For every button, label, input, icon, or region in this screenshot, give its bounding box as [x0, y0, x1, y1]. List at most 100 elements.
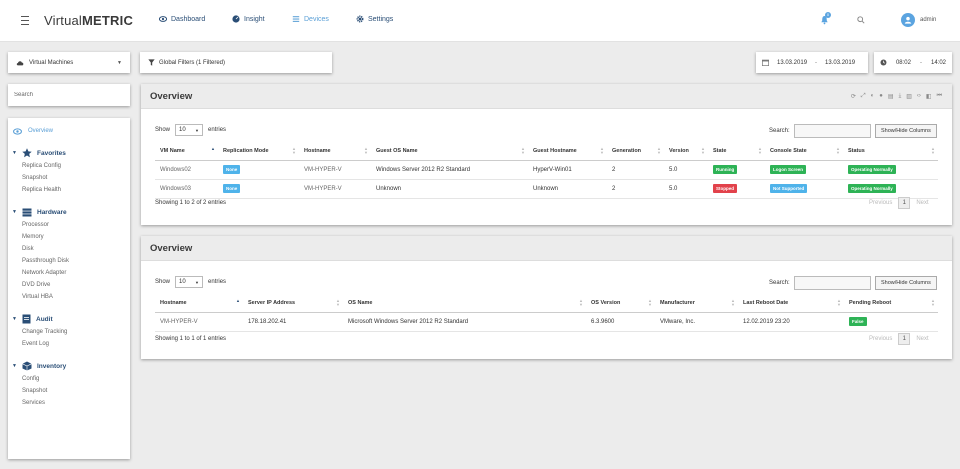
panel-header: Overview: [141, 236, 952, 261]
sidebar-item-services[interactable]: Services: [8, 397, 130, 409]
page-button[interactable]: 1: [898, 333, 911, 345]
sidebar-item-event-log[interactable]: Event Log: [8, 338, 130, 350]
sidebar-item-config[interactable]: Config: [8, 373, 130, 385]
chart-icon[interactable]: ▥: [906, 93, 912, 100]
contrast-icon[interactable]: ◐: [871, 93, 875, 100]
refresh-icon[interactable]: ⟳: [851, 93, 856, 100]
search-label: Search:: [769, 128, 790, 134]
show-hide-columns-button[interactable]: Show/Hide Columns: [875, 124, 937, 138]
sidebar-item-snapshot[interactable]: Snapshot: [8, 172, 130, 184]
eye-icon: [13, 127, 22, 135]
version-cell: 5.0: [664, 160, 708, 180]
table-search-input[interactable]: [793, 124, 871, 138]
sidebar-item-replica-health[interactable]: Replica Health: [8, 184, 130, 196]
code-icon[interactable]: ‹›: [917, 93, 921, 100]
table-search-input[interactable]: [793, 276, 871, 290]
column-header[interactable]: Last Reboot Date ▲ ▼: [738, 295, 844, 313]
page-button[interactable]: 1: [898, 197, 911, 209]
last-reboot-cell: 12.02.2019 23:20: [738, 312, 844, 332]
palette-icon[interactable]: ●: [879, 93, 883, 100]
sidebar-item-change-tracking[interactable]: Change Tracking: [8, 326, 130, 338]
logo[interactable]: VirtualMETRIC: [44, 13, 133, 28]
sidebar-item-overview[interactable]: Overview: [8, 125, 130, 137]
sort-icon: ▲ ▼: [701, 146, 705, 155]
column-header[interactable]: Generation ▲ ▼: [607, 143, 664, 161]
column-header[interactable]: Server IP Address ▲ ▼: [243, 295, 343, 313]
user-name[interactable]: admin: [920, 17, 936, 23]
next-button[interactable]: Next: [916, 336, 928, 342]
sort-icon: ▲ ▼: [292, 146, 296, 155]
nav-devices[interactable]: Devices: [292, 15, 329, 23]
previous-button[interactable]: Previous: [869, 200, 892, 206]
chevron-down-icon: ▼: [12, 363, 17, 369]
sidebar-search-input[interactable]: [14, 92, 124, 98]
avatar[interactable]: [901, 13, 915, 27]
notification-badge: 0: [825, 12, 831, 18]
expand-icon[interactable]: ⤢: [861, 93, 866, 100]
collapse-icon[interactable]: ⏮: [937, 93, 942, 100]
vm-name-cell[interactable]: Windows02: [155, 160, 218, 180]
global-filters-button[interactable]: Global Filters (1 Filtered): [140, 52, 332, 73]
column-header[interactable]: Console State ▲ ▼: [765, 143, 843, 161]
date-to: 13.03.2019: [825, 59, 856, 66]
column-header[interactable]: Hostname ▲ ▼: [299, 143, 371, 161]
column-header[interactable]: State ▲ ▼: [708, 143, 765, 161]
sidebar-group-audit-header[interactable]: ▼ Audit: [8, 312, 130, 326]
nav-settings[interactable]: Settings: [356, 15, 393, 23]
nav-dashboard[interactable]: Dashboard: [159, 15, 205, 23]
table-info: Showing 1 to 2 of 2 entries: [155, 200, 227, 206]
column-header[interactable]: Guest OS Name ▲ ▼: [371, 143, 528, 161]
sidebar-item-disk[interactable]: Disk: [8, 243, 130, 255]
download-icon[interactable]: ⤓: [899, 93, 902, 100]
sort-icon: ▲ ▼: [364, 146, 368, 155]
console-state-cell: Logon Screen: [765, 160, 843, 180]
print-icon[interactable]: ▤: [888, 93, 894, 100]
sidebar-item-snapshot[interactable]: Snapshot: [8, 385, 130, 397]
sidebar-item-processor[interactable]: Processor: [8, 219, 130, 231]
column-header[interactable]: OS Version ▲ ▼: [586, 295, 655, 313]
toggle-icon[interactable]: ◧: [926, 93, 932, 100]
sidebar-item-network-adapter[interactable]: Network Adapter: [8, 267, 130, 279]
column-header[interactable]: Status ▲ ▼: [843, 143, 938, 161]
source-select[interactable]: Virtual Machines ▼: [8, 52, 130, 73]
sidebar-group-hardware-header[interactable]: ▼ Hardware: [8, 205, 130, 219]
next-button[interactable]: Next: [916, 200, 928, 206]
sidebar-group-inventory-header[interactable]: ▼ Inventory: [8, 359, 130, 373]
sidebar-item-replica-config[interactable]: Replica Config: [8, 160, 130, 172]
caret-down-icon: ▼: [195, 279, 200, 285]
sort-up-icon: ▲: [211, 146, 215, 151]
date-range-picker[interactable]: 13.03.2019 - 13.03.2019: [756, 52, 868, 73]
sort-icon: ▲ ▼: [931, 146, 935, 155]
panel-header: Overview ⟳ ⤢ ◐ ● ▤ ⤓ ▥ ‹› ◧ ⏮: [141, 84, 952, 109]
column-header[interactable]: Pending Reboot ▲ ▼: [844, 295, 938, 313]
column-header[interactable]: Replication Mode ▲ ▼: [218, 143, 299, 161]
table-header-row: Hostname ▲ Server IP Address ▲ ▼ OS Name ▲ ▼ …: [155, 295, 938, 313]
sidebar-item-passthrough-disk[interactable]: Passthrough Disk: [8, 255, 130, 267]
table-row[interactable]: VM-HYPER-V 178.18.202.41 Microsoft Windo…: [155, 312, 938, 332]
column-header[interactable]: Manufacturer ▲ ▼: [655, 295, 738, 313]
show-hide-columns-button[interactable]: Show/Hide Columns: [875, 276, 937, 290]
column-header[interactable]: Guest Hostname ▲ ▼: [528, 143, 607, 161]
guest-hostname-cell: Unknown: [528, 179, 607, 199]
menu-icon[interactable]: [21, 16, 29, 25]
table-row[interactable]: Windows02 None VM-HYPER-V Windows Server…: [155, 160, 938, 180]
column-header[interactable]: VM Name ▲: [155, 143, 218, 161]
sidebar-item-memory[interactable]: Memory: [8, 231, 130, 243]
column-header[interactable]: Hostname ▲: [155, 295, 243, 313]
page-length-select[interactable]: 10 ▼: [175, 124, 204, 136]
hostname-cell[interactable]: VM-HYPER-V: [155, 312, 243, 332]
column-header[interactable]: Version ▲ ▼: [664, 143, 708, 161]
previous-button[interactable]: Previous: [869, 336, 892, 342]
table-row[interactable]: Windows03 None VM-HYPER-V Unknown Unknow…: [155, 179, 938, 199]
search-icon[interactable]: [857, 16, 865, 24]
sidebar-item-overview-label: Overview: [28, 128, 54, 134]
time-range-picker[interactable]: 08:02 - 14:02: [874, 52, 952, 73]
sidebar-group-favorites-header[interactable]: ▼ Favorites: [8, 146, 130, 160]
column-header[interactable]: OS Name ▲ ▼: [343, 295, 586, 313]
page-length-select[interactable]: 10 ▼: [175, 276, 204, 288]
sidebar-item-dvd-drive[interactable]: DVD Drive: [8, 279, 130, 291]
sidebar-item-virtual-hba[interactable]: Virtual HBA: [8, 291, 130, 303]
sort-icon: ▲ ▼: [731, 298, 735, 307]
vm-name-cell[interactable]: Windows03: [155, 179, 218, 199]
nav-insight[interactable]: Insight: [232, 15, 265, 23]
